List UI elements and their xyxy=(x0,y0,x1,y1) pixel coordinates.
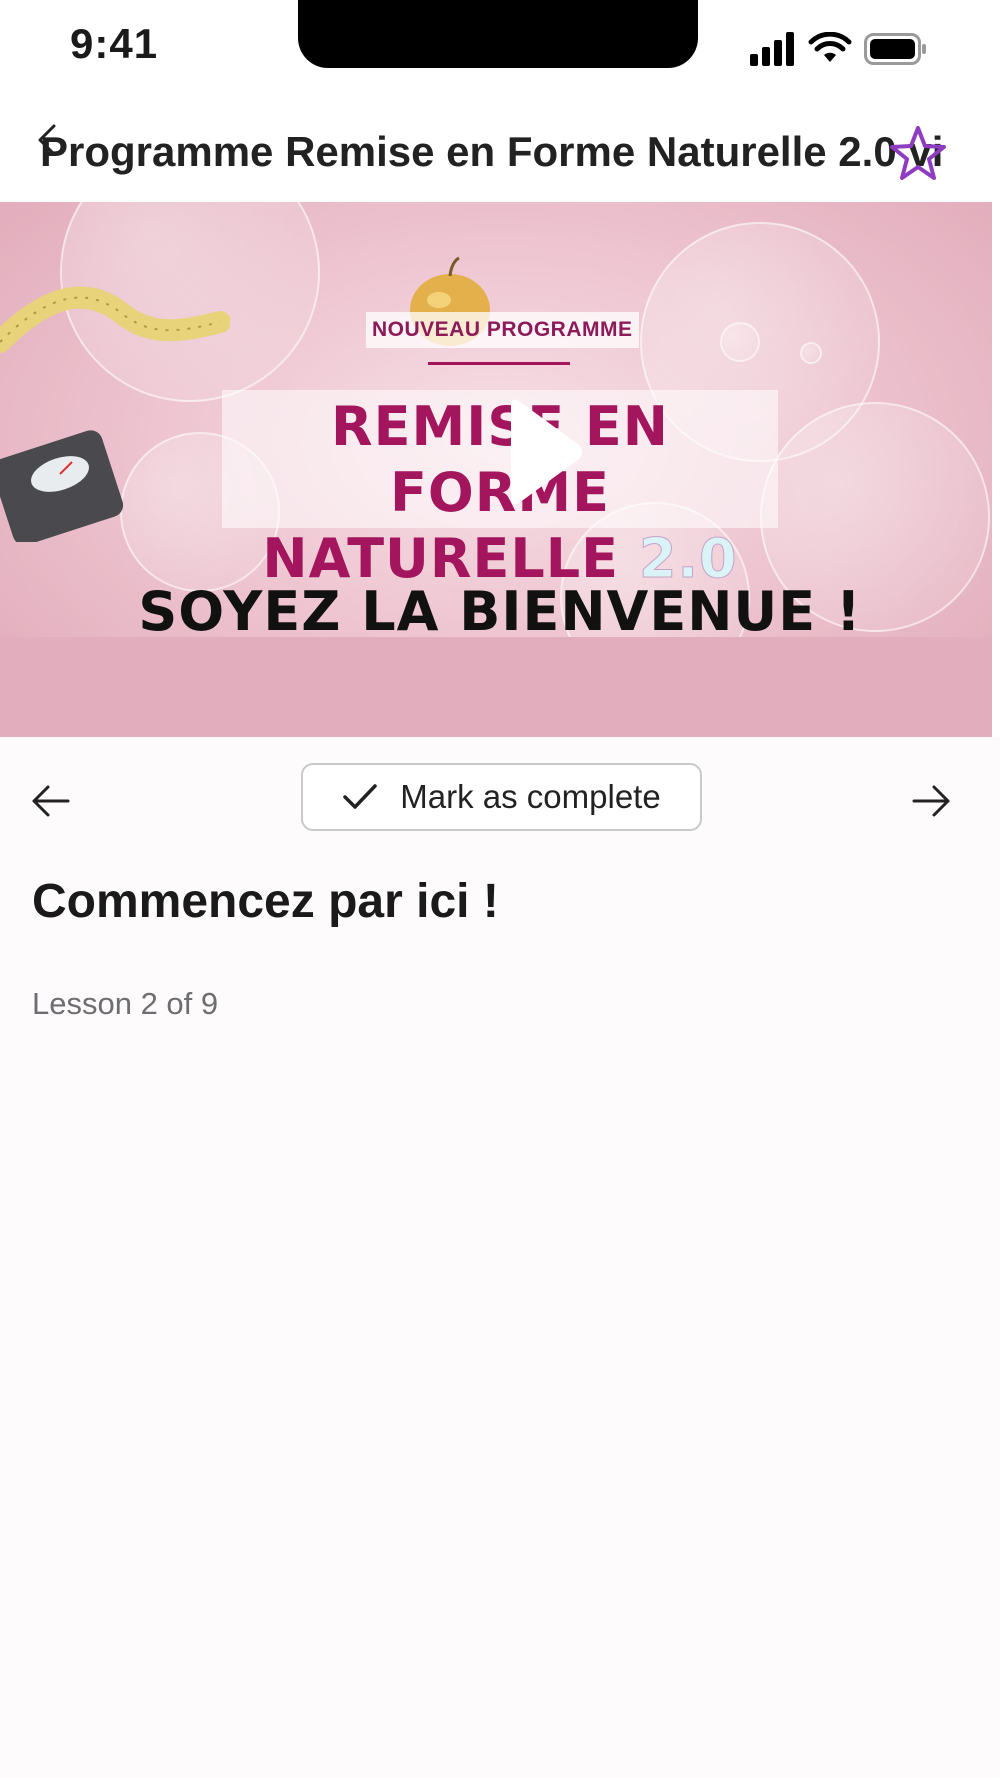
program-badge: NOUVEAU PROGRAMME xyxy=(366,312,639,348)
arrow-left-icon[interactable] xyxy=(28,778,74,824)
badge-underline xyxy=(428,362,570,365)
battery-icon xyxy=(864,33,926,65)
measuring-tape-image xyxy=(0,286,230,353)
welcome-text: SOYEZ LA BIENVENUE ! xyxy=(138,580,862,643)
check-icon xyxy=(343,784,378,809)
status-icons xyxy=(750,30,928,68)
bathroom-scale-image xyxy=(0,430,124,542)
arrow-right-icon[interactable] xyxy=(908,778,954,824)
camera-notch xyxy=(298,0,698,68)
back-arrow-icon[interactable] xyxy=(30,120,70,160)
video-headline: REMISE EN FORME NATURELLE 2.0 xyxy=(222,394,778,592)
mark-complete-button[interactable]: Mark as complete xyxy=(301,763,702,831)
play-icon[interactable] xyxy=(505,397,585,507)
video-edge xyxy=(992,202,1000,737)
lesson-position: Lesson 2 of 9 xyxy=(32,986,219,1021)
decorative-bubble xyxy=(720,322,760,362)
mark-complete-label: Mark as complete xyxy=(400,778,661,815)
status-bar: 9:41 xyxy=(0,0,1000,90)
signal-icon xyxy=(750,32,794,66)
decorative-bubble xyxy=(800,342,822,364)
lesson-title: Commencez par ici ! xyxy=(32,875,499,928)
headline-line-1: REMISE EN FORME xyxy=(331,395,669,524)
wifi-icon xyxy=(808,32,852,62)
app-header: Programme Remise en Forme Naturelle 2.0 … xyxy=(0,90,1000,202)
video-bottom-band xyxy=(0,637,1000,737)
page-title: Programme Remise en Forme Naturelle 2.0 … xyxy=(40,128,944,175)
video-player[interactable]: NOUVEAU PROGRAMME REMISE EN FORME NATURE… xyxy=(0,202,1000,737)
star-icon[interactable] xyxy=(888,124,948,184)
status-time: 9:41 xyxy=(70,20,159,67)
